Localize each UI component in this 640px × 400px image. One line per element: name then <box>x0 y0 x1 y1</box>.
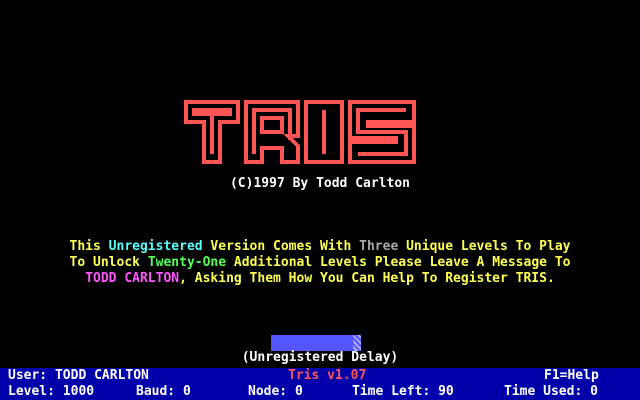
status-title: Tris v1.07 <box>288 368 367 383</box>
unregistered-delay-bar <box>271 335 361 351</box>
delay-label: (Unregistered Delay) <box>241 350 399 365</box>
message-line-3: TODD CARLTON, Asking Them How You Can He… <box>85 271 555 286</box>
message-line-2: To Unlock Twenty-One Additional Levels P… <box>69 255 571 270</box>
status-baud: Baud: 0 <box>136 384 191 399</box>
tris-logo <box>184 100 416 164</box>
status-time-used: Time Used: 0 <box>504 384 598 399</box>
help-key-hint[interactable]: F1=Help <box>544 368 599 384</box>
delay-bar-edge <box>353 335 361 351</box>
copyright-text: (C)1997 By Todd Carlton <box>229 176 410 191</box>
status-time-left: Time Left: 90 <box>352 384 454 399</box>
status-level: Level: 1000 <box>8 384 95 399</box>
status-node: Node: 0 <box>248 384 303 399</box>
status-bar: User: TODD CARLTON Tris v1.07 F1=Help Le… <box>0 368 640 400</box>
message-line-1: This Unregistered Version Comes With Thr… <box>69 239 571 254</box>
status-user: User: TODD CARLTON <box>8 368 149 383</box>
